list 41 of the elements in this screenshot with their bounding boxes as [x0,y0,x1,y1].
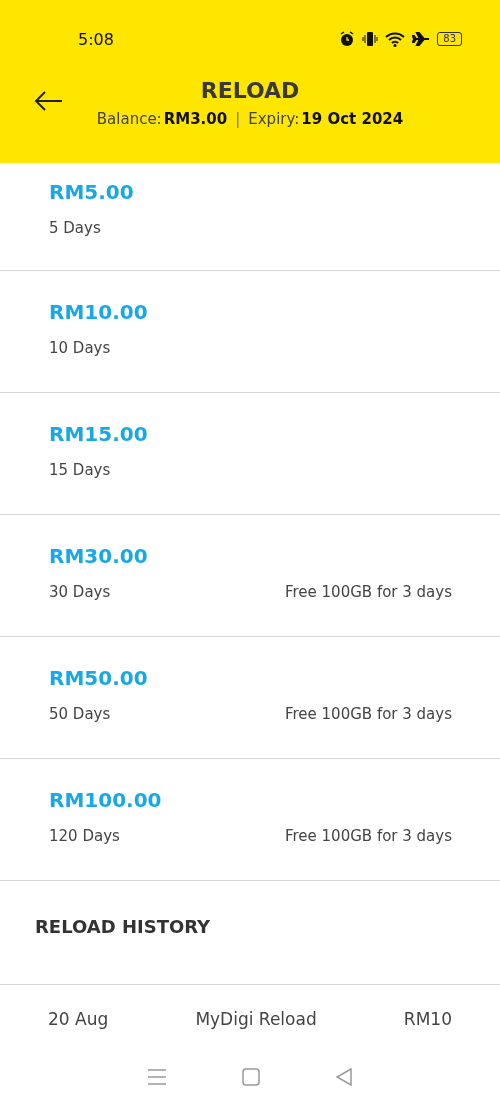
section-heading: RELOAD HISTORY [0,881,500,985]
plan-bonus: Free 100GB for 3 days [284,583,452,601]
balance-label: Balance: [96,110,162,128]
plan-bonus: Free 100GB for 3 days [284,827,452,845]
page-title: RELOAD [200,77,300,105]
expiry-value: 19 Oct 2024 [301,110,404,128]
status-time: 5:08 [78,29,114,49]
plan-price: RM50.00 [49,665,149,692]
plan-item[interactable]: RM30.00 30 Days Free 100GB for 3 days [0,515,500,637]
history-amount: RM10 [403,1009,452,1031]
plan-item[interactable]: RM100.00 120 Days Free 100GB for 3 days [0,759,500,881]
plan-price: RM15.00 [49,421,149,448]
plan-price: RM100.00 [49,787,163,814]
vibrate-icon [362,31,379,47]
back-icon[interactable] [336,1068,352,1086]
plan-validity: 5 Days [49,219,101,237]
history-description: MyDigi Reload [195,1009,317,1031]
plan-validity: 50 Days [49,705,111,723]
wifi-icon [385,31,406,47]
plan-item[interactable]: RM15.00 15 Days [0,393,500,515]
plan-price: RM30.00 [49,543,149,570]
plan-validity: 120 Days [49,827,120,845]
alarm-icon [339,31,356,47]
plan-item[interactable]: RM5.00 5 Days [0,163,500,271]
plan-price: RM10.00 [49,299,149,326]
plan-validity: 10 Days [49,339,111,357]
plan-validity: 30 Days [49,583,111,601]
home-icon[interactable] [242,1068,260,1086]
back-arrow-icon[interactable] [34,91,64,111]
airplane-icon [412,31,431,47]
battery-icon: 83 [437,32,462,46]
menu-icon[interactable] [148,1069,166,1085]
balance-value: RM3.00 [163,110,228,128]
plan-item[interactable]: RM50.00 50 Days Free 100GB for 3 days [0,637,500,759]
expiry-label: Expiry: [248,110,300,128]
plan-bonus: Free 100GB for 3 days [284,705,452,723]
history-date: 20 Aug [48,1009,109,1031]
plan-item[interactable]: RM10.00 10 Days [0,271,500,393]
plan-price: RM5.00 [49,179,135,206]
plan-validity: 15 Days [49,461,111,479]
separator: | [235,110,241,128]
